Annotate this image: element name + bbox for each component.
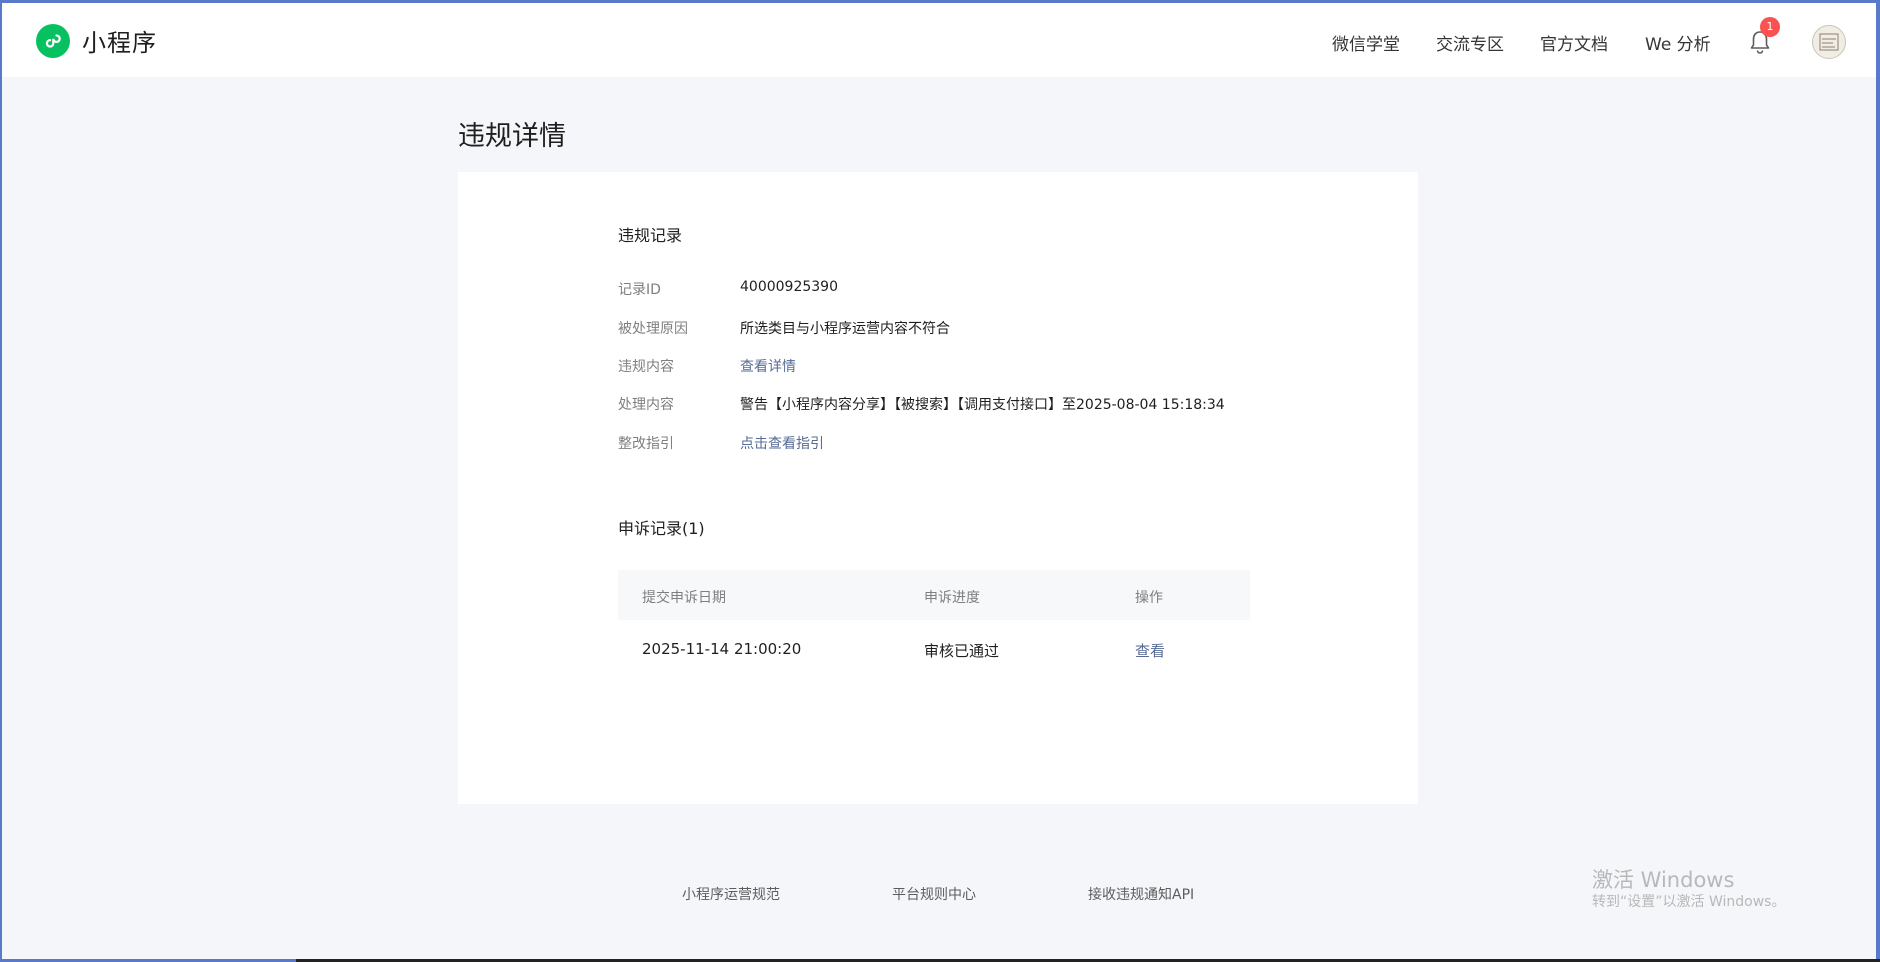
view-appeal-link[interactable]: 查看 — [1135, 640, 1165, 661]
nav-official-docs[interactable]: 官方文档 — [1540, 30, 1608, 55]
record-id-label: 记录ID — [618, 282, 661, 298]
nav-community[interactable]: 交流专区 — [1436, 30, 1504, 55]
footer-link-rule-center[interactable]: 平台规则中心 — [892, 884, 976, 904]
column-header-progress: 申诉进度 — [924, 590, 980, 606]
view-guide-link[interactable]: 点击查看指引 — [740, 433, 824, 453]
brand-name: 小程序 — [82, 29, 157, 57]
nav-we-analytics[interactable]: We 分析 — [1645, 30, 1711, 55]
column-header-action: 操作 — [1135, 590, 1163, 606]
appeal-status: 审核已通过 — [924, 642, 1000, 660]
window-border-left — [0, 0, 2, 962]
violation-content-label: 违规内容 — [618, 359, 674, 375]
top-header: 小程序 微信学堂 交流专区 官方文档 We 分析 1 — [2, 3, 1876, 77]
appeal-table-header: 提交申诉日期 申诉进度 操作 — [618, 570, 1250, 620]
handling-value: 警告【小程序内容分享】【被搜索】【调用支付接口】至2025-08-04 15:1… — [740, 397, 1225, 413]
reason-label: 被处理原因 — [618, 321, 688, 337]
handling-label: 处理内容 — [618, 397, 674, 413]
windows-activation-hint: 转到“设置”以激活 Windows。 — [1592, 894, 1786, 910]
page: 小程序 微信学堂 交流专区 官方文档 We 分析 1 违规详情 违规记录 记录I… — [0, 0, 1880, 962]
page-title: 违规详情 — [458, 121, 566, 152]
notification-badge: 1 — [1760, 17, 1780, 37]
nav-wechat-academy[interactable]: 微信学堂 — [1332, 30, 1400, 55]
brand-logo[interactable]: 小程序 — [36, 23, 157, 58]
violation-record-title: 违规记录 — [618, 226, 683, 245]
footer-link-violation-api[interactable]: 接收违规通知API — [1088, 884, 1194, 904]
window-border-right — [1876, 0, 1880, 962]
avatar[interactable] — [1812, 25, 1846, 59]
footer-link-operation-rules[interactable]: 小程序运营规范 — [682, 884, 780, 904]
rectification-label: 整改指引 — [618, 436, 674, 452]
appeal-date: 2025-11-14 21:00:20 — [642, 640, 802, 658]
view-details-link[interactable]: 查看详情 — [740, 356, 796, 376]
violation-detail-card: 违规记录 记录ID 40000925390 被处理原因 所选类目与小程序运营内容… — [458, 172, 1418, 804]
windows-activation-title: 激活 Windows — [1592, 868, 1735, 892]
reason-value: 所选类目与小程序运营内容不符合 — [740, 321, 950, 337]
record-id-value: 40000925390 — [740, 279, 838, 295]
mini-program-icon — [36, 23, 70, 58]
column-header-date: 提交申诉日期 — [642, 590, 726, 606]
appeal-record-title: 申诉记录(1) — [618, 519, 705, 538]
